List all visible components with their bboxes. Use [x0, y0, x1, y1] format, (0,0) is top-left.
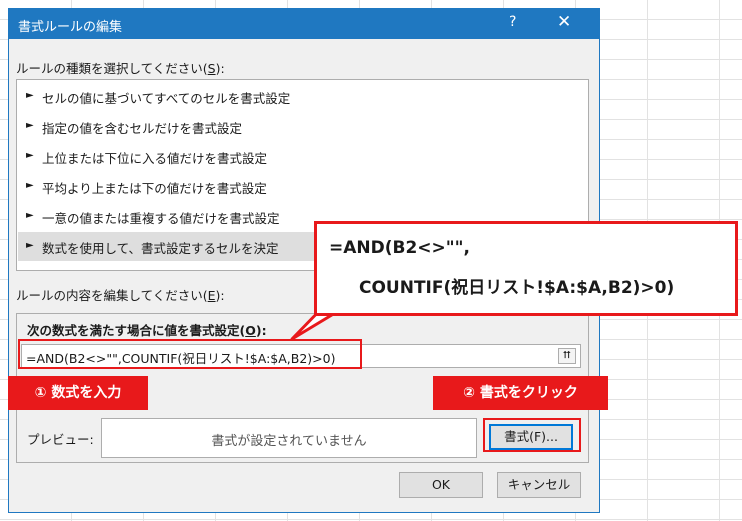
callout-line-1: =AND(B2<>"", — [329, 238, 470, 258]
callout-line-2: COUNTIF(祝日リスト!$A:$A,B2)>0) — [359, 278, 675, 298]
step1-label: ① 数式を入力 — [8, 376, 148, 410]
formula-callout: =AND(B2<>"", COUNTIF(祝日リスト!$A:$A,B2)>0) — [314, 221, 738, 316]
step2-label: ② 書式をクリック — [433, 376, 608, 410]
